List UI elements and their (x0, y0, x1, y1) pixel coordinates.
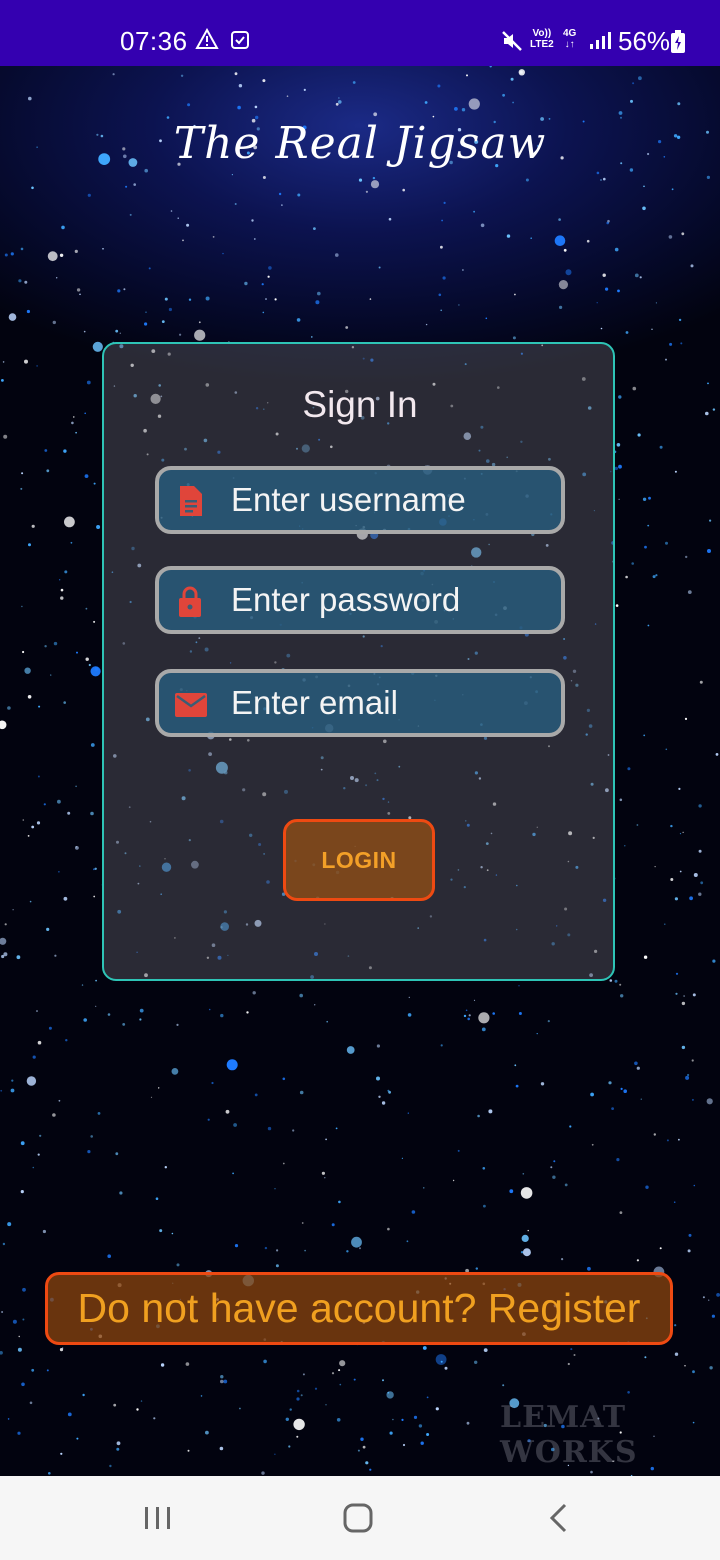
network-type-indicator: 4G ↓↑ (563, 28, 577, 50)
status-bar: 07:36 Vo)) LTE2 4G ↓↑ 56% (0, 0, 720, 66)
back-icon[interactable] (540, 1498, 580, 1538)
document-icon (173, 484, 207, 518)
email-field[interactable] (155, 669, 565, 737)
signal-icon (589, 30, 611, 55)
status-time: 07:36 (120, 26, 188, 56)
volte-indicator: Vo)) LTE2 (530, 28, 554, 50)
watermark: LEMAT WORKS (500, 1400, 638, 1470)
battery-percentage: 56% (618, 26, 671, 56)
username-field[interactable] (155, 466, 565, 534)
home-icon[interactable] (338, 1498, 378, 1538)
username-input[interactable] (231, 478, 551, 522)
mute-icon (500, 29, 524, 58)
password-field[interactable] (155, 566, 565, 634)
register-button[interactable]: Do not have account? Register (45, 1272, 673, 1345)
email-input[interactable] (231, 681, 551, 725)
recent-apps-icon[interactable] (138, 1498, 178, 1538)
notification-icon (230, 30, 250, 55)
lock-icon (173, 584, 207, 618)
password-input[interactable] (231, 578, 551, 622)
mail-icon (173, 687, 207, 721)
app-title: The Real Jigsaw (173, 118, 547, 169)
login-button[interactable]: LOGIN (283, 819, 435, 901)
navigation-bar (0, 1476, 720, 1560)
battery-icon (670, 30, 686, 59)
warning-icon (195, 27, 219, 55)
signin-heading: Sign In (302, 384, 418, 425)
